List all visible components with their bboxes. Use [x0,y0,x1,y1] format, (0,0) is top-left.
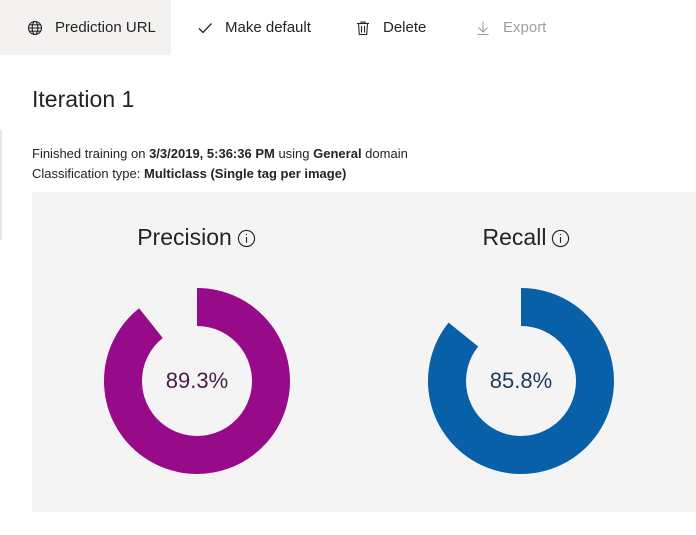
trained-at: 3/3/2019, 5:36:36 PM [149,146,275,161]
trash-icon [354,19,372,37]
recall-label: Recall [482,224,547,250]
recall-value: 85.8% [489,368,553,393]
page-title: Iteration 1 [32,86,135,112]
precision-info-icon[interactable] [237,229,257,249]
delete-button[interactable]: Delete [354,0,426,55]
make-default-button[interactable]: Make default [196,0,311,55]
precision-label: Precision [137,224,232,250]
classification-info: Classification type: Multiclass (Single … [32,166,346,181]
precision-donut: 89.3% [102,286,292,476]
recall-info-icon[interactable] [551,229,571,249]
precision-value: 89.3% [165,368,229,393]
recall-title: Recall [362,224,692,251]
delete-label: Delete [383,19,427,36]
recall-donut: 85.8% [426,286,616,476]
training-info-suffix: domain [361,146,408,161]
prediction-url-button[interactable]: Prediction URL [0,0,171,55]
classification-type: Multiclass (Single tag per image) [144,166,347,181]
left-edge-line [0,130,2,240]
training-info-mid: using [274,146,314,161]
training-info-prefix: Finished training on [32,146,150,161]
export-label: Export [503,19,547,36]
checkmark-icon [196,19,214,37]
download-icon [474,19,492,37]
classification-info-prefix: Classification type: [32,166,144,181]
export-button[interactable]: Export [474,0,546,55]
toolbar: Prediction URL Make default Delete Expor… [0,0,696,55]
prediction-url-label: Prediction URL [55,19,156,36]
metrics-panel: Precision 89.3% Recall 85.8% [32,192,696,512]
globe-icon [26,19,44,37]
make-default-label: Make default [225,19,311,36]
precision-metric: Precision 89.3% [32,192,362,512]
training-domain: General [313,146,362,161]
precision-title: Precision [32,224,362,251]
training-info: Finished training on 3/3/2019, 5:36:36 P… [32,146,408,161]
recall-metric: Recall 85.8% [362,192,692,512]
